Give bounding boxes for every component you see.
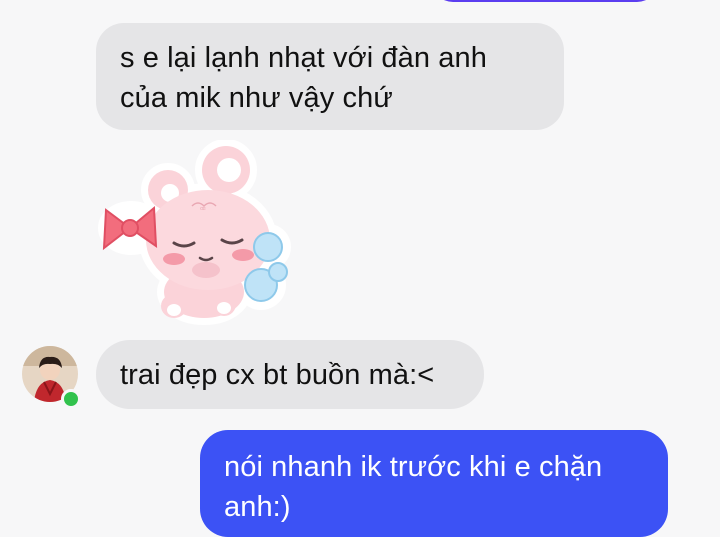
pink-bear-sticker-icon[interactable]: ꟹ <box>96 139 296 330</box>
message-text-line: s e lại lạnh nhạt với đàn anh <box>120 42 487 74</box>
online-status-badge <box>61 389 81 409</box>
message-text-line: trai đẹp cx bt buồn mà:< <box>120 359 435 391</box>
message-text-line: nói nhanh ik trước khi e chặn <box>224 451 603 483</box>
svg-text:ꟹ: ꟹ <box>200 206 206 216</box>
outgoing-message-bubble-partial[interactable] <box>432 0 658 2</box>
incoming-message-bubble[interactable]: s e lại lạnh nhạt với đàn anh của mik nh… <box>96 23 564 130</box>
outgoing-message-bubble[interactable]: nói nhanh ik trước khi e chặn anh:) <box>200 430 668 537</box>
message-text-line: của mik như vậy chứ <box>120 82 393 114</box>
message-text-line: anh:) <box>224 491 291 523</box>
incoming-message-bubble[interactable]: trai đẹp cx bt buồn mà:< <box>96 340 484 409</box>
